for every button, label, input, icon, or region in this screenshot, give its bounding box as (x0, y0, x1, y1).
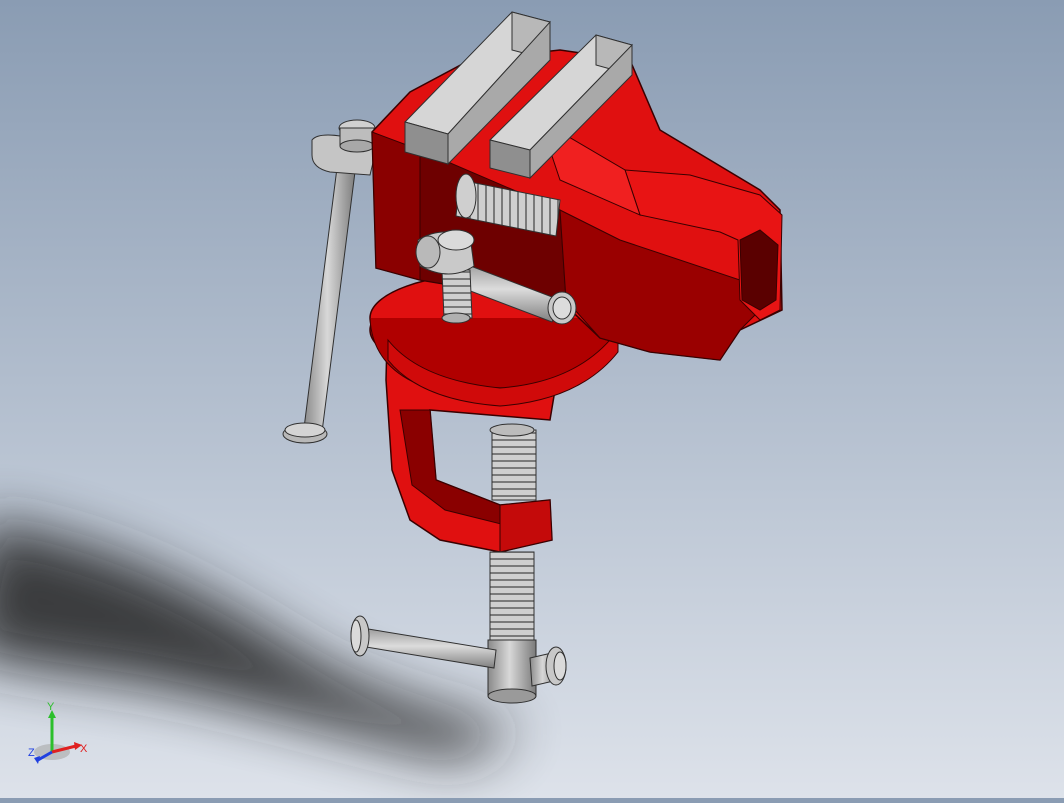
graphics-viewport[interactable] (0, 0, 1064, 798)
y-axis-label: Y (47, 701, 55, 713)
swivel-handle-knob[interactable] (311, 119, 377, 176)
z-axis-label: Z (28, 747, 35, 759)
x-axis-label: X (80, 743, 88, 755)
orientation-triad: Y X Z (22, 700, 102, 770)
model-canvas[interactable] (0, 0, 1064, 798)
swivel-handle-rod[interactable] (282, 159, 357, 444)
